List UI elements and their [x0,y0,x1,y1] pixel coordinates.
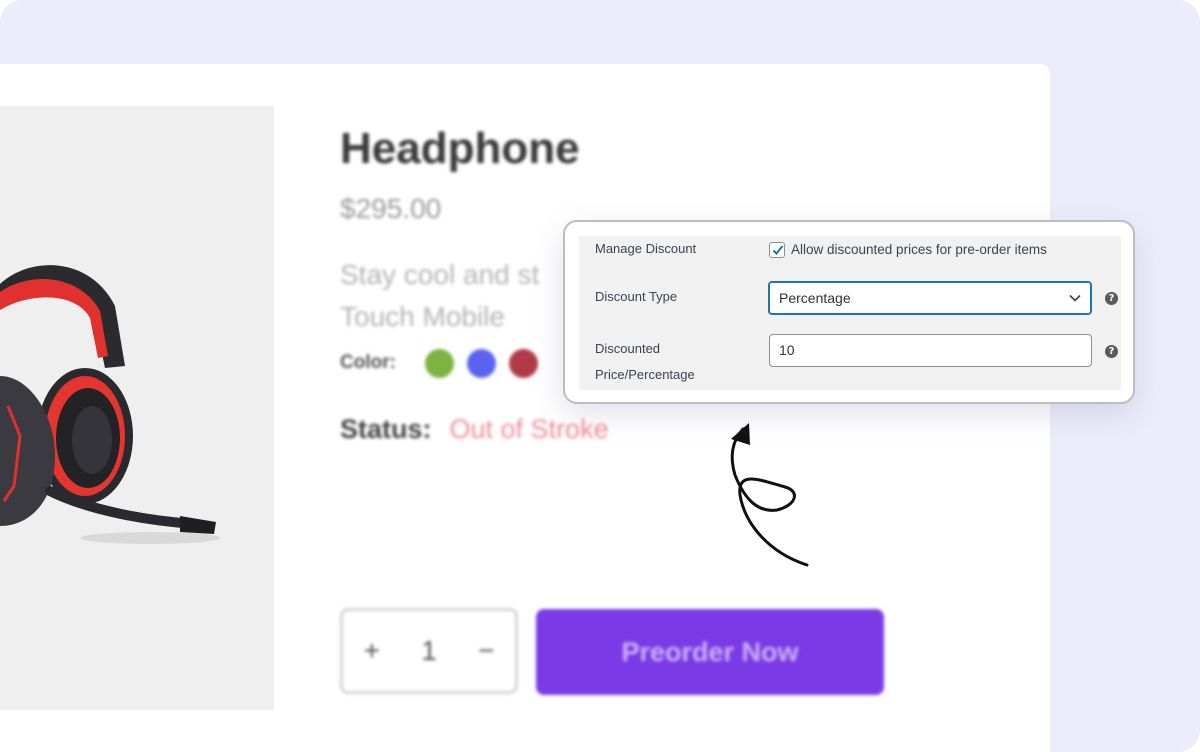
chevron-down-icon [1069,294,1081,302]
allow-discount-label[interactable]: Allow discounted prices for pre-order it… [791,237,1047,263]
quantity-value: 1 [421,635,437,666]
checkmark-icon [772,245,784,255]
discounted-label-line: Discounted [595,341,661,356]
quantity-stepper[interactable]: + 1 − [340,608,518,694]
decrement-button[interactable]: − [478,635,494,667]
product-image [0,106,274,710]
help-icon[interactable]: ? [1105,292,1118,305]
discounted-value-input[interactable]: 10 [769,334,1092,367]
discount-settings-panel: Manage Discount Allow discounted prices … [563,220,1135,404]
status-label: Status: [340,414,432,444]
discounted-label-line: Price/Percentage [595,367,695,382]
product-price: $295.00 [340,193,442,224]
color-swatch-blue[interactable] [466,348,496,378]
headphone-image [0,265,220,544]
color-options: Color: [340,348,538,378]
stock-status: Status: Out of Stroke [340,414,609,445]
description-line: Stay cool and st [340,259,540,290]
discounted-value-label: Discounted Price/Percentage [595,336,695,388]
product-description: Stay cool and st Touch Mobile [340,254,580,338]
discount-type-select[interactable]: Percentage [768,281,1092,315]
color-swatch-red[interactable] [508,348,538,378]
manage-discount-label: Manage Discount [595,241,697,256]
curly-arrow-icon [730,423,809,567]
allow-discount-checkbox[interactable] [769,242,785,258]
discounted-value: 10 [779,342,795,358]
help-icon[interactable]: ? [1105,345,1118,358]
preorder-button[interactable]: Preorder Now [536,609,884,695]
color-swatch-green[interactable] [424,348,454,378]
color-label: Color: [340,352,396,373]
settings-form: Manage Discount Allow discounted prices … [579,236,1121,390]
status-value: Out of Stroke [449,414,609,444]
increment-button[interactable]: + [364,635,380,667]
description-line: Touch Mobile [340,301,505,332]
discount-type-label: Discount Type [595,289,678,304]
discount-type-value: Percentage [779,290,851,306]
product-title: Headphone [340,124,580,173]
